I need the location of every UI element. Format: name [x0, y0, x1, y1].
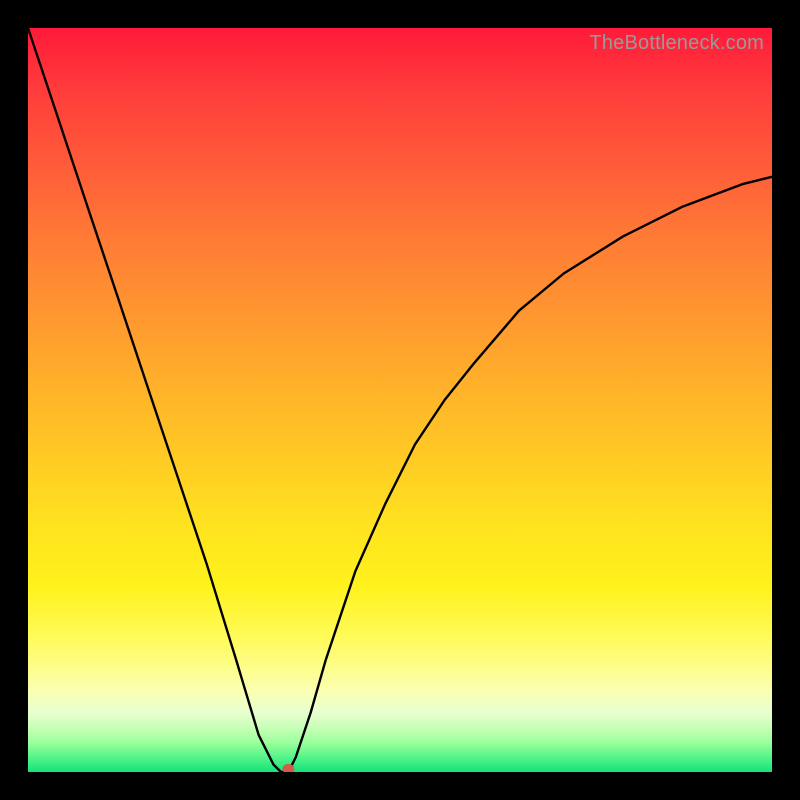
curve-path	[28, 28, 772, 772]
chart-frame: TheBottleneck.com	[0, 0, 800, 800]
plot-area: TheBottleneck.com	[28, 28, 772, 772]
bottleneck-curve	[28, 28, 772, 772]
